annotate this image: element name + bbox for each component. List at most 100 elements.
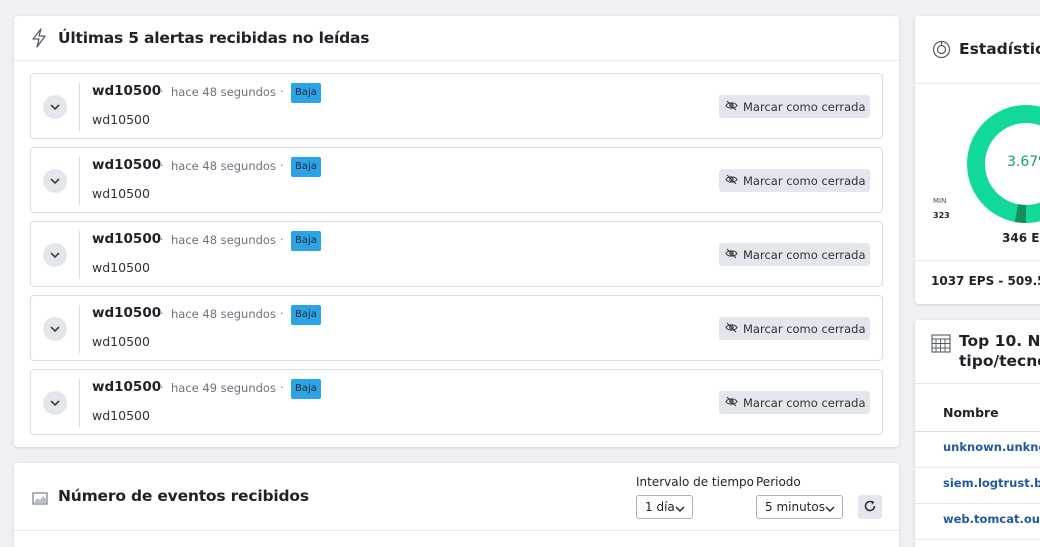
eye-slash-icon bbox=[725, 174, 738, 188]
period-select[interactable]: 5 minutos bbox=[756, 495, 843, 519]
divider bbox=[79, 83, 80, 131]
period-value: 5 minutos bbox=[765, 500, 825, 514]
refresh-button[interactable] bbox=[858, 495, 882, 519]
table-header: Nombre bbox=[915, 400, 1040, 432]
severity-badge: Baja bbox=[291, 83, 321, 103]
severity-badge: Baja bbox=[291, 157, 321, 177]
stats-panel-title: Estadísticas bbox=[959, 40, 1040, 58]
separator-dot: · bbox=[160, 307, 164, 320]
events-panel-header: Número de eventos recibidos Intervalo de… bbox=[14, 463, 899, 531]
alert-description: wd10500 bbox=[92, 260, 150, 275]
severity-badge: Baja bbox=[291, 231, 321, 251]
expand-chevron-icon[interactable] bbox=[43, 243, 67, 267]
min-value: 323 bbox=[933, 211, 950, 220]
separator-dot: · bbox=[160, 159, 164, 172]
technology-link[interactable]: web.tomcat.out bbox=[943, 512, 1040, 526]
gauge-marker bbox=[1014, 204, 1027, 224]
alert-item: wd10500 · hace 48 segundos · Baja wd1050… bbox=[30, 147, 883, 213]
alert-time: hace 49 segundos bbox=[171, 381, 276, 395]
separator-dot: · bbox=[160, 233, 164, 246]
alert-time: hace 48 segundos bbox=[171, 159, 276, 173]
mark-closed-label: Marcar como cerrada bbox=[743, 99, 866, 114]
eye-slash-icon bbox=[725, 248, 738, 262]
alert-description: wd10500 bbox=[92, 408, 150, 423]
chevron-down-icon bbox=[825, 502, 835, 516]
stats-panel-header: Estadísticas bbox=[915, 16, 1040, 84]
alert-item: wd10500 · hace 48 segundos · Baja wd1050… bbox=[30, 221, 883, 287]
chevron-down-icon bbox=[675, 502, 685, 516]
stats-footer: 1037 EPS - 509.53 bbox=[915, 260, 1040, 304]
expand-chevron-icon[interactable] bbox=[43, 391, 67, 415]
top10-title-line2: tipo/tecnología bbox=[959, 352, 1040, 370]
refresh-icon bbox=[863, 498, 877, 517]
alert-time: hace 48 segundos bbox=[171, 307, 276, 321]
technology-link[interactable]: siem.logtrust.base bbox=[943, 476, 1040, 490]
mark-closed-label: Marcar como cerrada bbox=[743, 247, 866, 262]
alert-name: wd10500 bbox=[92, 379, 162, 395]
gauge-percent: 3.67% bbox=[1007, 154, 1040, 170]
alert-item: wd10500 · hace 49 segundos · Baja wd1050… bbox=[30, 369, 883, 435]
expand-chevron-icon[interactable] bbox=[43, 95, 67, 119]
eye-slash-icon bbox=[725, 322, 738, 336]
alert-name: wd10500 bbox=[92, 157, 162, 173]
table-row: unknown.unknown bbox=[915, 432, 1040, 468]
period-label: Periodo bbox=[756, 475, 801, 489]
mark-closed-label: Marcar como cerrada bbox=[743, 395, 866, 410]
alerts-panel-title: Últimas 5 alertas recibidas no leídas bbox=[58, 29, 370, 47]
current-eps: 346 EPS bbox=[1002, 231, 1040, 245]
top10-title-line1: Top 10. Número bbox=[959, 332, 1040, 350]
separator-dot: · bbox=[280, 381, 284, 394]
mark-closed-button[interactable]: Marcar como cerrada bbox=[719, 243, 870, 266]
column-header-name[interactable]: Nombre bbox=[943, 405, 999, 420]
divider bbox=[79, 379, 80, 427]
alert-name: wd10500 bbox=[92, 305, 162, 321]
calendar-icon bbox=[931, 333, 951, 357]
separator-dot: · bbox=[280, 233, 284, 246]
alerts-panel-header: Últimas 5 alertas recibidas no leídas bbox=[14, 16, 899, 61]
alert-name: wd10500 bbox=[92, 231, 162, 247]
area-chart-icon bbox=[32, 490, 48, 509]
stats-footer-text: 1037 EPS - 509.53 bbox=[931, 274, 1040, 288]
separator-dot: · bbox=[280, 159, 284, 172]
expand-chevron-icon[interactable] bbox=[43, 317, 67, 341]
alert-name: wd10500 bbox=[92, 83, 162, 99]
severity-badge: Baja bbox=[291, 305, 321, 325]
eye-slash-icon bbox=[725, 396, 738, 410]
mark-closed-button[interactable]: Marcar como cerrada bbox=[719, 391, 870, 414]
mark-closed-label: Marcar como cerrada bbox=[743, 173, 866, 188]
alert-description: wd10500 bbox=[92, 186, 150, 201]
expand-chevron-icon[interactable] bbox=[43, 169, 67, 193]
min-label: MIN bbox=[933, 197, 947, 205]
mark-closed-button[interactable]: Marcar como cerrada bbox=[719, 95, 870, 118]
eye-slash-icon bbox=[725, 100, 738, 114]
severity-badge: Baja bbox=[291, 379, 321, 399]
separator-dot: · bbox=[160, 85, 164, 98]
interval-select[interactable]: 1 día bbox=[636, 495, 693, 519]
lightning-icon bbox=[30, 28, 48, 48]
alert-description: wd10500 bbox=[92, 112, 150, 127]
alerts-panel: Últimas 5 alertas recibidas no leídas wd… bbox=[14, 16, 899, 447]
interval-label: Intervalo de tiempo bbox=[636, 475, 754, 489]
mark-closed-label: Marcar como cerrada bbox=[743, 321, 866, 336]
gauge-icon bbox=[932, 40, 951, 63]
top10-panel: Top 10. Número tipo/tecnología Nombre un… bbox=[915, 320, 1040, 547]
top10-panel-header: Top 10. Número tipo/tecnología bbox=[915, 320, 1040, 384]
interval-value: 1 día bbox=[645, 500, 675, 514]
stats-panel: Estadísticas 3.67% MIN 323 346 EPS 1037 … bbox=[915, 16, 1040, 304]
separator-dot: · bbox=[280, 307, 284, 320]
mark-closed-button[interactable]: Marcar como cerrada bbox=[719, 317, 870, 340]
events-panel-title: Número de eventos recibidos bbox=[58, 487, 309, 505]
divider bbox=[79, 231, 80, 279]
mark-closed-button[interactable]: Marcar como cerrada bbox=[719, 169, 870, 192]
separator-dot: · bbox=[160, 381, 164, 394]
alert-item: wd10500 · hace 48 segundos · Baja wd1050… bbox=[30, 73, 883, 139]
divider bbox=[79, 157, 80, 205]
events-panel: Número de eventos recibidos Intervalo de… bbox=[14, 463, 899, 547]
divider bbox=[79, 305, 80, 353]
separator-dot: · bbox=[280, 85, 284, 98]
alert-description: wd10500 bbox=[92, 334, 150, 349]
technology-link[interactable]: unknown.unknown bbox=[943, 440, 1040, 454]
alert-time: hace 48 segundos bbox=[171, 85, 276, 99]
table-row: web.tomcat.out bbox=[915, 504, 1040, 540]
alert-item: wd10500 · hace 48 segundos · Baja wd1050… bbox=[30, 295, 883, 361]
